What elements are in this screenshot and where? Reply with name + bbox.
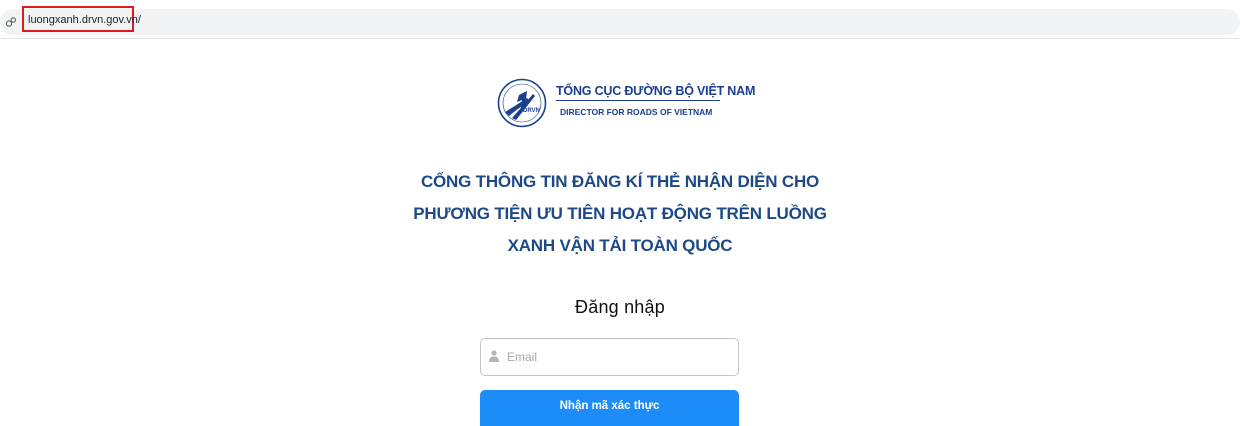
email-input[interactable] bbox=[507, 339, 732, 375]
login-title: Đăng nhập bbox=[575, 297, 665, 317]
drvn-emblem-icon: DRVN bbox=[497, 78, 547, 128]
logo-title: TỔNG CỤC ĐƯỜNG BỘ VIỆT NAM bbox=[556, 84, 756, 98]
site-info-icon[interactable] bbox=[5, 16, 17, 28]
url-text[interactable]: luongxanh.drvn.gov.vn/ bbox=[28, 14, 141, 26]
drvn-logo: DRVN TỔNG CỤC ĐƯỜNG BỘ VIỆT NAM DIRECTOR… bbox=[497, 76, 755, 134]
page: luongxanh.drvn.gov.vn/ DRVN TỔNG CỤC ĐƯỜ… bbox=[0, 0, 1240, 426]
portal-heading-line-2: PHƯƠNG TIỆN ƯU TIÊN HOẠT ĐỘNG TRÊN LUỒNG bbox=[413, 204, 827, 223]
portal-heading: CỔNG THÔNG TIN ĐĂNG KÍ THẺ NHẬN DIỆN CHO… bbox=[360, 166, 880, 262]
get-verification-code-button[interactable]: Nhận mã xác thực bbox=[480, 390, 739, 426]
logo-divider bbox=[556, 100, 720, 101]
toolbar-divider bbox=[0, 38, 1240, 39]
portal-heading-line-3: XANH VẬN TẢI TOÀN QUỐC bbox=[507, 236, 733, 255]
emblem-text: DRVN bbox=[523, 108, 540, 114]
address-bar[interactable]: luongxanh.drvn.gov.vn/ bbox=[0, 6, 1240, 35]
logo-subtitle: DIRECTOR FOR ROADS OF VIETNAM bbox=[560, 107, 713, 117]
email-field[interactable] bbox=[480, 338, 739, 376]
user-icon bbox=[489, 350, 499, 362]
portal-heading-line-1: CỔNG THÔNG TIN ĐĂNG KÍ THẺ NHẬN DIỆN CHO bbox=[420, 172, 820, 191]
